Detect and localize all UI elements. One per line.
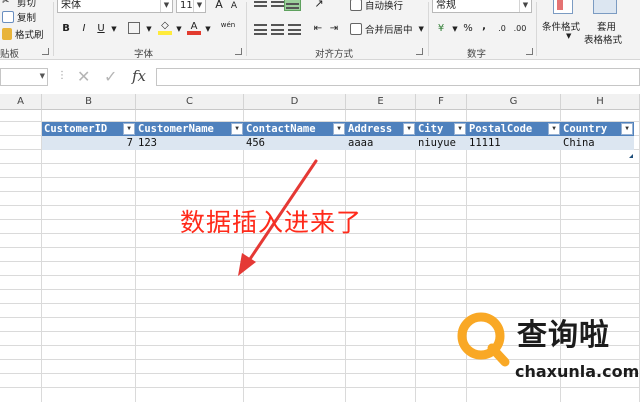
logo-handle [487,343,510,367]
watermark: 查询啦 chaxunla.com [455,300,640,402]
watermark-url: chaxunla.com [515,362,640,381]
watermark-logo-icon [457,312,510,367]
annotation-caption: 数据插入进来了 [180,208,363,237]
watermark-text: 查询啦 [517,318,610,353]
